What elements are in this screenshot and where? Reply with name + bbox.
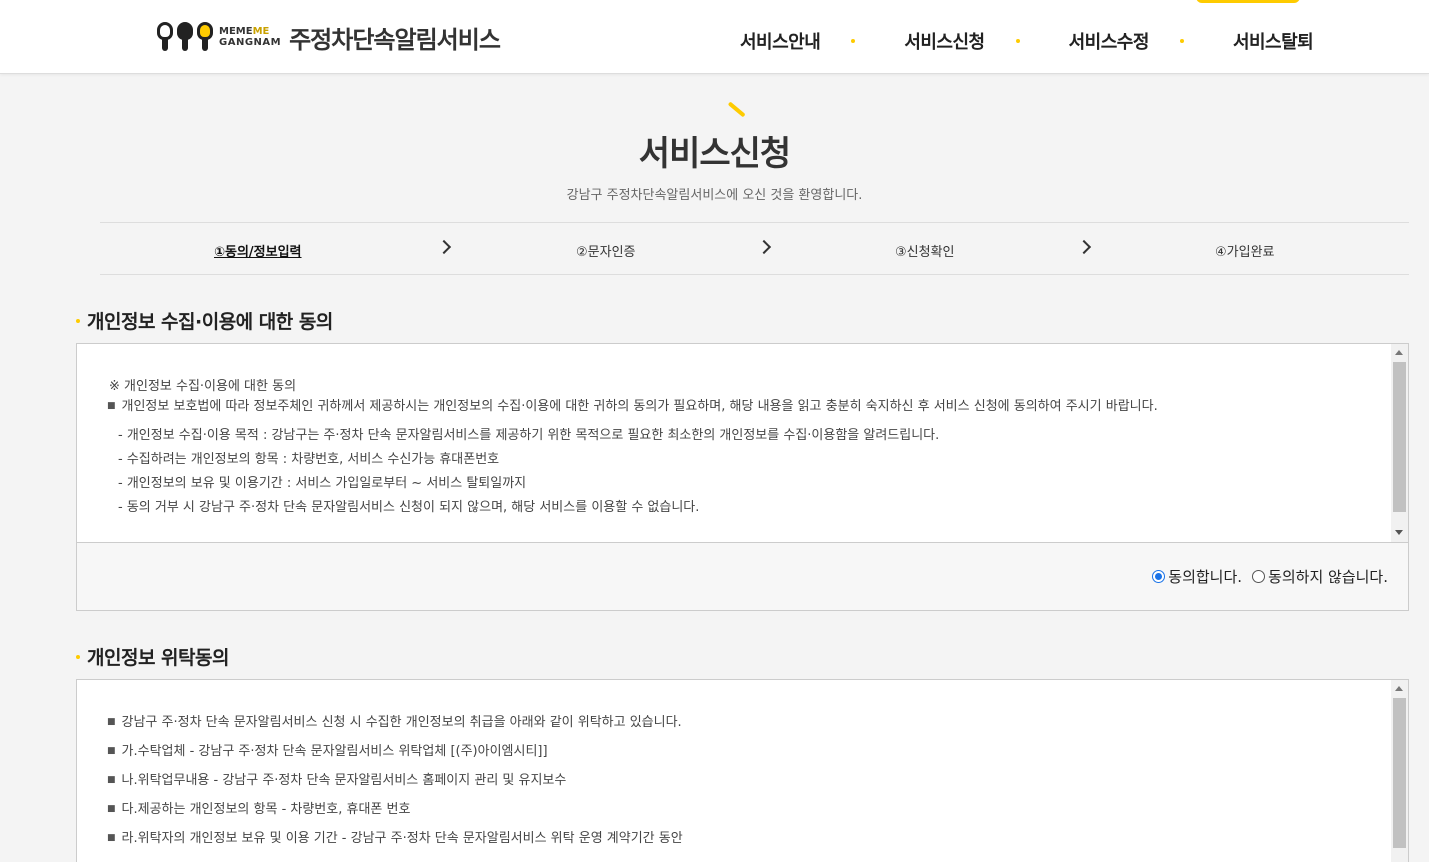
step-1: ①동의/정보입력 <box>214 245 302 260</box>
logo-wordmark: MEMEME GANGNAM <box>219 26 281 48</box>
nav-service-withdraw[interactable]: 서비스탈퇴 <box>1233 28 1314 54</box>
title-accent-mark <box>727 101 746 118</box>
logo-word1-accent: ME <box>252 26 270 37</box>
step-3: ③신청확인 <box>895 245 955 260</box>
section-dot <box>76 318 80 323</box>
nav-separator <box>851 39 856 43</box>
consent-scrollbar[interactable] <box>1391 344 1408 542</box>
logo-word2: GANGNAM <box>219 37 282 48</box>
nav-service-edit[interactable]: 서비스수정 <box>1069 28 1150 54</box>
bulb-yellow-icon <box>197 22 213 52</box>
privacy-consent-textbox[interactable]: ※ 개인정보 수집·이용에 대한 동의 ■ 개인정보 보호법에 따라 정보주체인 … <box>76 343 1409 543</box>
scroll-up-icon[interactable] <box>1395 686 1403 691</box>
step-4: ④가입완료 <box>1215 245 1275 260</box>
consent-item: - 수집하려는 개인정보의 항목 : 차량번호, 서비스 수신가능 휴대폰번호 <box>118 452 500 467</box>
scroll-thumb[interactable] <box>1393 362 1406 512</box>
disagree-label[interactable]: 동의하지 않습니다. <box>1268 566 1388 587</box>
nav-service-info[interactable]: 서비스안내 <box>740 28 821 54</box>
section-title-text: 개인정보 위탁동의 <box>87 647 229 669</box>
outsourcing-item: ■ 강남구 주·정차 단속 문자알림서비스 신청 시 수집한 개인정보의 취급을 … <box>107 715 682 730</box>
consent-item: - 개인정보 수집·이용 목적 : 강남구는 주·정차 단속 문자알림서비스를 … <box>118 428 940 443</box>
page-title: 서비스신청 <box>638 134 791 174</box>
section-dot <box>76 654 80 659</box>
agree-radio[interactable] <box>1152 570 1166 583</box>
consent-item: - 동의 거부 시 강남구 주·정차 단속 문자알림서비스 신청이 되지 않으며… <box>118 500 700 515</box>
outsourcing-item: ■ 라.위탁자의 개인정보 보유 및 이용 기간 - 강남구 주·정차 단속 문자… <box>107 831 683 846</box>
outsourcing-scrollbar[interactable] <box>1391 680 1408 862</box>
consent-radio-group: 동의합니다. 동의하지 않습니다. <box>1152 566 1388 587</box>
chevron-right-icon <box>1076 239 1092 255</box>
chevron-right-icon <box>756 239 772 255</box>
section-title-text: 개인정보 수집·이용에 대한 동의 <box>87 311 333 333</box>
consent-item: - 개인정보의 보유 및 이용기간 : 서비스 가입일로부터 ~ 서비스 탈퇴일… <box>118 476 527 491</box>
outsourcing-item: ■ 가.수탁업체 - 강남구 주·정차 단속 문자알림서비스 위탁업체 [(주)아… <box>107 744 548 759</box>
chevron-right-icon <box>436 239 452 255</box>
disagree-radio[interactable] <box>1252 570 1266 583</box>
site-logo[interactable]: MEMEME GANGNAM 주정차단속알림서비스 <box>157 20 501 54</box>
nav-separator <box>1179 39 1184 43</box>
site-header: MEMEME GANGNAM 주정차단속알림서비스 서비스안내 서비스신청 서비… <box>0 0 1429 74</box>
outsourcing-consent-textbox[interactable]: ■ 강남구 주·정차 단속 문자알림서비스 신청 시 수집한 개인정보의 취급을 … <box>76 679 1409 862</box>
scroll-thumb[interactable] <box>1393 698 1406 848</box>
main-nav: 서비스안내 서비스신청 서비스수정 서비스탈퇴 <box>740 28 1314 54</box>
scroll-up-icon[interactable] <box>1395 350 1403 355</box>
page-subtitle: 강남구 주정차단속알림서비스에 오신 것을 환영합니다. <box>566 188 863 203</box>
step-indicator: ①동의/정보입력 ②문자인증 ③신청확인 ④가입완료 <box>100 222 1409 275</box>
outsourcing-item: ■ 다.제공하는 개인정보의 항목 - 차량번호, 휴대폰 번호 <box>107 802 411 817</box>
agree-label[interactable]: 동의합니다. <box>1168 566 1242 587</box>
consent-radio-row: 동의합니다. 동의하지 않습니다. <box>76 542 1409 611</box>
section-privacy-consent-title: 개인정보 수집·이용에 대한 동의 <box>76 307 333 334</box>
section-outsourcing-consent-title: 개인정보 위탁동의 <box>76 643 229 670</box>
consent-intro: ■ 개인정보 보호법에 따라 정보주체인 귀하께서 제공하시는 개인정보의 수집·… <box>107 399 1158 414</box>
logo-title: 주정차단속알림서비스 <box>289 25 501 54</box>
top-yellow-tab[interactable] <box>1196 0 1300 3</box>
consent-heading: ※ 개인정보 수집·이용에 대한 동의 <box>109 379 297 394</box>
bulb-black-icon <box>177 22 193 52</box>
scroll-down-icon[interactable] <box>1395 530 1403 535</box>
bulb-outline-icon <box>157 22 173 52</box>
nav-separator <box>1015 39 1020 43</box>
logo-word1: MEME <box>219 26 253 37</box>
step-2: ②문자인증 <box>576 245 636 260</box>
outsourcing-item: ■ 나.위탁업무내용 - 강남구 주·정차 단속 문자알림서비스 홈페이지 관리 … <box>107 773 567 788</box>
nav-service-apply[interactable]: 서비스신청 <box>904 28 985 54</box>
